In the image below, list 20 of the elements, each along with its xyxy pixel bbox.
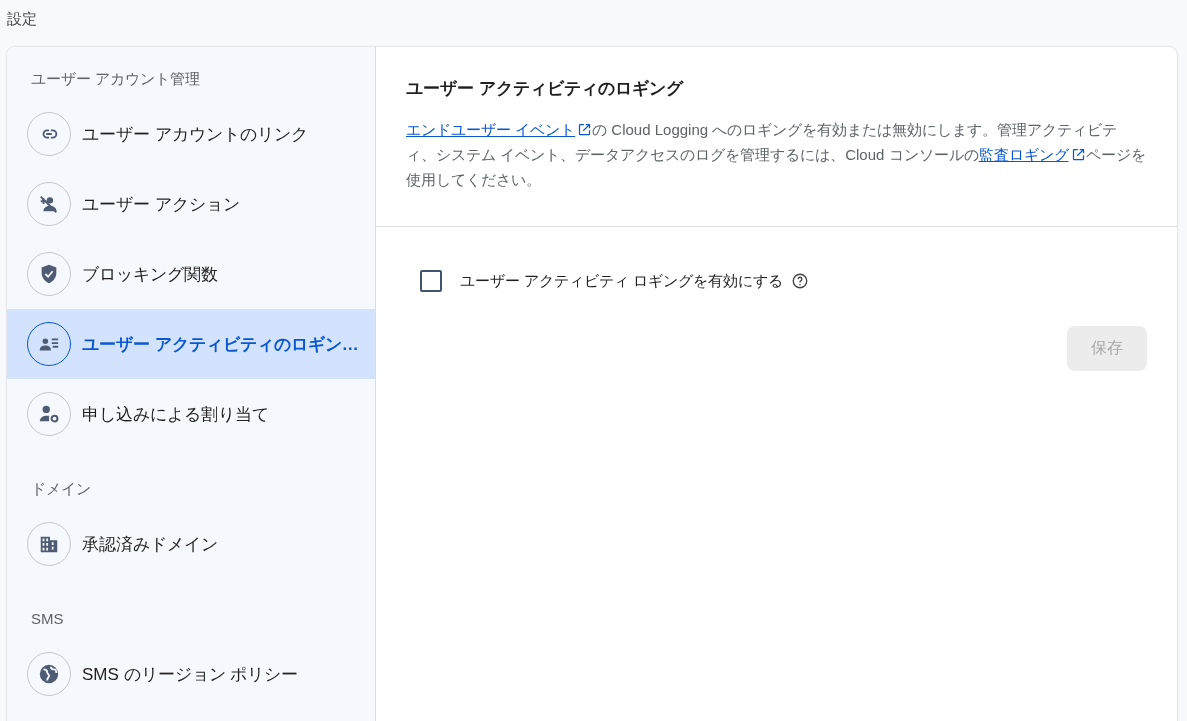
section-heading: ユーザー アカウント管理 <box>30 69 202 89</box>
checkbox-label: ユーザー アクティビティ ロギングを有効にする <box>460 271 784 291</box>
sidebar-item[interactable]: ユーザー アカウントのリンク <box>7 99 375 169</box>
sidebar-item[interactable]: ユーザー アクティビティのロギン… <box>7 309 375 379</box>
section-heading: SMS <box>30 609 65 629</box>
sidebar-item[interactable]: ユーザー アクション <box>7 169 375 239</box>
checkbox[interactable] <box>420 270 442 292</box>
sidebar-item[interactable]: ブロッキング関数 <box>7 239 375 309</box>
section-title: ユーザー アクティビティのロギング <box>406 78 685 100</box>
page-title: 設定 <box>7 10 37 27</box>
section-heading: ドメイン <box>30 479 92 499</box>
description-text: エンドユーザー イベント の Cloud Logging へのロギングを有効または無効にします。管理アクティビティ、システム イベント、データアクセスのログを管理するには、Cloud コンソールの監査ロギング ページを使用してください。 <box>406 120 1147 190</box>
sidebar-item[interactable]: SMS のリージョン ポリシー <box>7 639 375 709</box>
sidebar-item[interactable]: 承認済みドメイン <box>7 509 375 579</box>
help-icon[interactable] <box>791 272 810 290</box>
sidebar-item[interactable]: 申し込みによる割り当て <box>7 379 375 449</box>
external-link-icon <box>577 122 593 137</box>
external-link[interactable]: 監査ロギング <box>978 146 1086 163</box>
external-link[interactable]: エンドユーザー イベント <box>406 121 593 138</box>
external-link-icon <box>1070 147 1086 162</box>
